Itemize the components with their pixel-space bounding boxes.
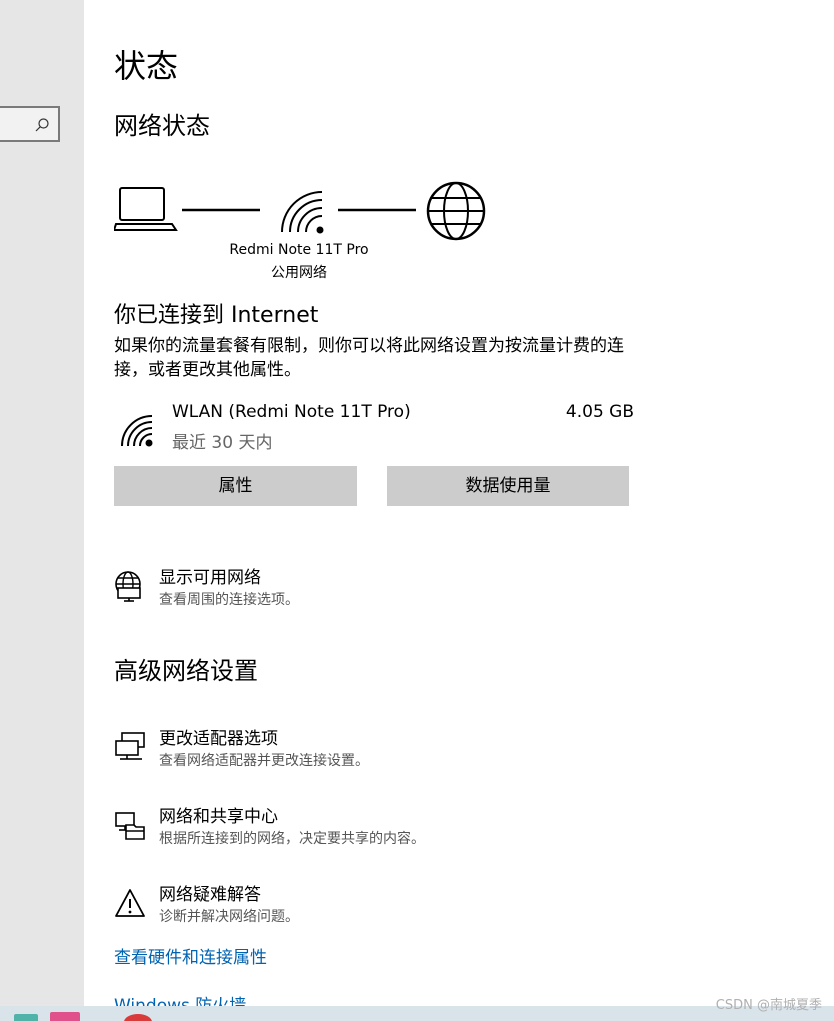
page-title: 状态 (114, 47, 179, 85)
connection-status-title: 你已连接到 Internet (114, 303, 319, 328)
show-networks-title: 显示可用网络 (159, 568, 261, 588)
globe-monitor-icon (115, 571, 141, 602)
usage-period: 最近 30 天内 (172, 433, 273, 453)
taskbar (0, 1006, 834, 1021)
network-sharing-center[interactable]: 网络和共享中心 根据所连接到的网络，决定要共享的内容。 (114, 805, 714, 855)
taskbar-app-icon[interactable] (14, 1014, 38, 1021)
adapter-options-title: 更改适配器选项 (159, 729, 278, 749)
properties-button[interactable]: 属性 (114, 466, 357, 506)
advanced-settings-title: 高级网络设置 (114, 657, 258, 685)
network-diagram: Redmi Note 11T Pro 公用网络 (112, 178, 494, 288)
troubleshooter-title: 网络疑难解答 (159, 885, 261, 905)
network-status-title: 网络状态 (114, 112, 210, 140)
network-name-label: Redmi Note 11T Pro (229, 242, 369, 258)
laptop-icon (112, 187, 178, 231)
adapter-options-desc: 查看网络适配器并更改连接设置。 (159, 753, 369, 769)
network-type-label: 公用网络 (271, 265, 327, 281)
data-usage-button[interactable]: 数据使用量 (387, 466, 629, 506)
wifi-icon (281, 191, 324, 234)
warning-icon (115, 889, 145, 917)
connection-description: 如果你的流量套餐有限制，则你可以将此网络设置为按流量计费的连接，或者更改其他属性… (114, 336, 624, 380)
search-icon (35, 118, 49, 132)
show-networks-desc: 查看周围的连接选项。 (159, 592, 299, 608)
sharing-center-icon (115, 812, 145, 840)
taskbar-app-icon[interactable] (124, 1014, 152, 1021)
internet-globe-icon (426, 181, 486, 241)
adapter-name: WLAN (Redmi Note 11T Pro) (172, 402, 411, 422)
connection-item: WLAN (Redmi Note 11T Pro) 最近 30 天内 4.05 … (114, 400, 634, 456)
search-input[interactable] (0, 106, 60, 142)
hardware-properties-link[interactable]: 查看硬件和连接属性 (114, 946, 267, 970)
wifi-signal-icon (121, 415, 153, 447)
watermark: CSDN @南城夏季 (715, 998, 822, 1013)
sharing-center-desc: 根据所连接到的网络，决定要共享的内容。 (159, 831, 425, 847)
sidebar (0, 0, 84, 1021)
network-troubleshooter[interactable]: 网络疑难解答 诊断并解决网络问题。 (114, 883, 714, 933)
network-adapter-icon (115, 732, 145, 760)
sharing-center-title: 网络和共享中心 (159, 807, 278, 827)
usage-amount: 4.05 GB (565, 402, 634, 422)
show-available-networks[interactable]: 显示可用网络 查看周围的连接选项。 (114, 566, 714, 616)
taskbar-app-icon[interactable] (50, 1012, 80, 1021)
change-adapter-options[interactable]: 更改适配器选项 查看网络适配器并更改连接设置。 (114, 727, 714, 777)
troubleshooter-desc: 诊断并解决网络问题。 (159, 909, 299, 925)
